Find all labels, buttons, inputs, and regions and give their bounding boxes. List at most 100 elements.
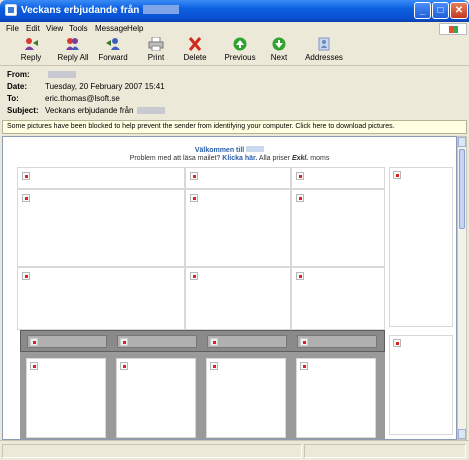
forward-button[interactable]: Forward	[96, 37, 130, 65]
blocked-image-icon	[190, 272, 198, 280]
date-row: Date: Tuesday, 20 February 2007 15:41	[7, 82, 165, 94]
previous-arrow-icon	[233, 37, 247, 51]
welcome-line: Välkommen till	[3, 146, 456, 154]
subject-label: Subject:	[7, 106, 39, 115]
menu-tools[interactable]: Tools	[69, 24, 88, 33]
status-bar	[0, 440, 469, 460]
category-tab[interactable]	[117, 335, 197, 348]
blocked-image-icon	[120, 338, 128, 346]
blocked-image-icon	[190, 172, 198, 180]
subject-row: Subject: Veckans erbjudande från	[7, 106, 165, 118]
status-section	[304, 444, 466, 458]
menu-help[interactable]: Help	[127, 24, 143, 33]
toolbar: Reply Reply All Forward Print Delete Pre…	[0, 36, 469, 66]
scroll-up-button[interactable]	[458, 137, 466, 147]
forward-icon	[106, 38, 120, 50]
redacted-sender	[143, 5, 180, 14]
category-product-image[interactable]	[206, 358, 286, 438]
blocked-image-icon	[296, 172, 304, 180]
forward-label: Forward	[98, 53, 128, 62]
product-image-cell[interactable]	[291, 189, 385, 267]
blocked-image-icon	[22, 194, 30, 202]
category-tab[interactable]	[207, 335, 287, 348]
menu-file[interactable]: File	[6, 24, 19, 33]
addresses-label: Addresses	[305, 53, 343, 62]
to-label: To:	[7, 94, 19, 103]
read-problem-line: Problem med att läsa mailet? Klicka här.…	[3, 155, 456, 162]
reply-all-icon	[66, 38, 79, 50]
print-button[interactable]: Print	[144, 37, 168, 65]
next-arrow-icon	[272, 37, 286, 51]
category-products	[20, 352, 385, 439]
blocked-image-icon	[120, 362, 128, 370]
side-banner-image[interactable]	[389, 335, 453, 435]
previous-label: Previous	[224, 53, 256, 62]
product-image-cell[interactable]	[17, 167, 185, 189]
blocked-image-icon	[22, 172, 30, 180]
date-label: Date:	[7, 82, 28, 91]
print-label: Print	[147, 53, 165, 62]
blocked-image-icon	[30, 338, 38, 346]
date-value: Tuesday, 20 February 2007 15:41	[45, 82, 165, 91]
address-book-icon	[318, 37, 330, 51]
vertical-scrollbar[interactable]	[457, 136, 467, 440]
message-body: Välkommen till Problem med att läsa mail…	[2, 136, 457, 440]
blocked-image-icon	[296, 194, 304, 202]
reply-all-button[interactable]: Reply All	[54, 37, 92, 65]
excl-text: Exkl.	[291, 155, 309, 162]
redacted-from	[48, 71, 76, 78]
category-product-image[interactable]	[296, 358, 376, 438]
product-image-cell[interactable]	[185, 167, 291, 189]
window-title-text: Veckans erbjudande från	[21, 5, 140, 16]
next-button[interactable]: Next	[267, 37, 291, 65]
click-here-link[interactable]: Klicka här.	[222, 155, 257, 162]
product-image-cell[interactable]	[291, 167, 385, 189]
menu-view[interactable]: View	[46, 24, 63, 33]
product-image-cell[interactable]	[185, 189, 291, 267]
product-image-cell[interactable]	[17, 267, 185, 330]
status-section	[2, 444, 302, 458]
from-label: From:	[7, 70, 30, 79]
menu-bar: File Edit View Tools Message Help	[0, 22, 469, 36]
delete-label: Delete	[183, 53, 207, 62]
blocked-image-icon	[30, 362, 38, 370]
side-banner-image[interactable]	[389, 167, 453, 327]
category-product-image[interactable]	[116, 358, 196, 438]
previous-button[interactable]: Previous	[222, 37, 258, 65]
problem-text: Problem med att läsa mailet?	[129, 155, 221, 162]
category-tab[interactable]	[297, 335, 377, 348]
menu-message[interactable]: Message	[95, 24, 127, 33]
scroll-thumb[interactable]	[459, 149, 465, 229]
reply-icon	[25, 38, 38, 50]
category-product-image[interactable]	[26, 358, 106, 438]
blocked-image-icon	[393, 171, 401, 179]
title-bar: Veckans erbjudande från _ □ ✕	[0, 0, 469, 22]
menu-edit[interactable]: Edit	[26, 24, 40, 33]
redacted-shop-name	[246, 146, 265, 152]
maximize-button[interactable]: □	[432, 2, 449, 19]
printer-icon	[148, 37, 164, 51]
category-tab[interactable]	[27, 335, 107, 348]
reply-all-label: Reply All	[57, 53, 89, 62]
reply-button[interactable]: Reply	[16, 37, 46, 65]
to-row: To: eric.thomas@lsoft.se	[7, 94, 120, 106]
moms-text: moms	[310, 155, 330, 162]
blocked-image-icon	[190, 194, 198, 202]
blocked-image-icon	[22, 272, 30, 280]
prices-text: Alla priser	[258, 155, 290, 162]
category-bar	[20, 330, 385, 352]
reply-label: Reply	[20, 53, 42, 62]
product-image-cell[interactable]	[291, 267, 385, 330]
minimize-button[interactable]: _	[414, 2, 431, 19]
blocked-pictures-infobar[interactable]: Some pictures have been blocked to help …	[2, 120, 467, 134]
addresses-button[interactable]: Addresses	[303, 37, 345, 65]
product-image-cell[interactable]	[17, 189, 185, 267]
welcome-text: Välkommen till	[194, 147, 245, 154]
delete-button[interactable]: Delete	[181, 37, 209, 65]
window-title: Veckans erbjudande från	[21, 5, 180, 16]
windows-logo-icon	[439, 23, 467, 35]
outlook-express-icon	[5, 4, 17, 16]
product-image-cell[interactable]	[185, 267, 291, 330]
close-button[interactable]: ✕	[450, 2, 468, 19]
scroll-down-button[interactable]	[458, 429, 466, 439]
